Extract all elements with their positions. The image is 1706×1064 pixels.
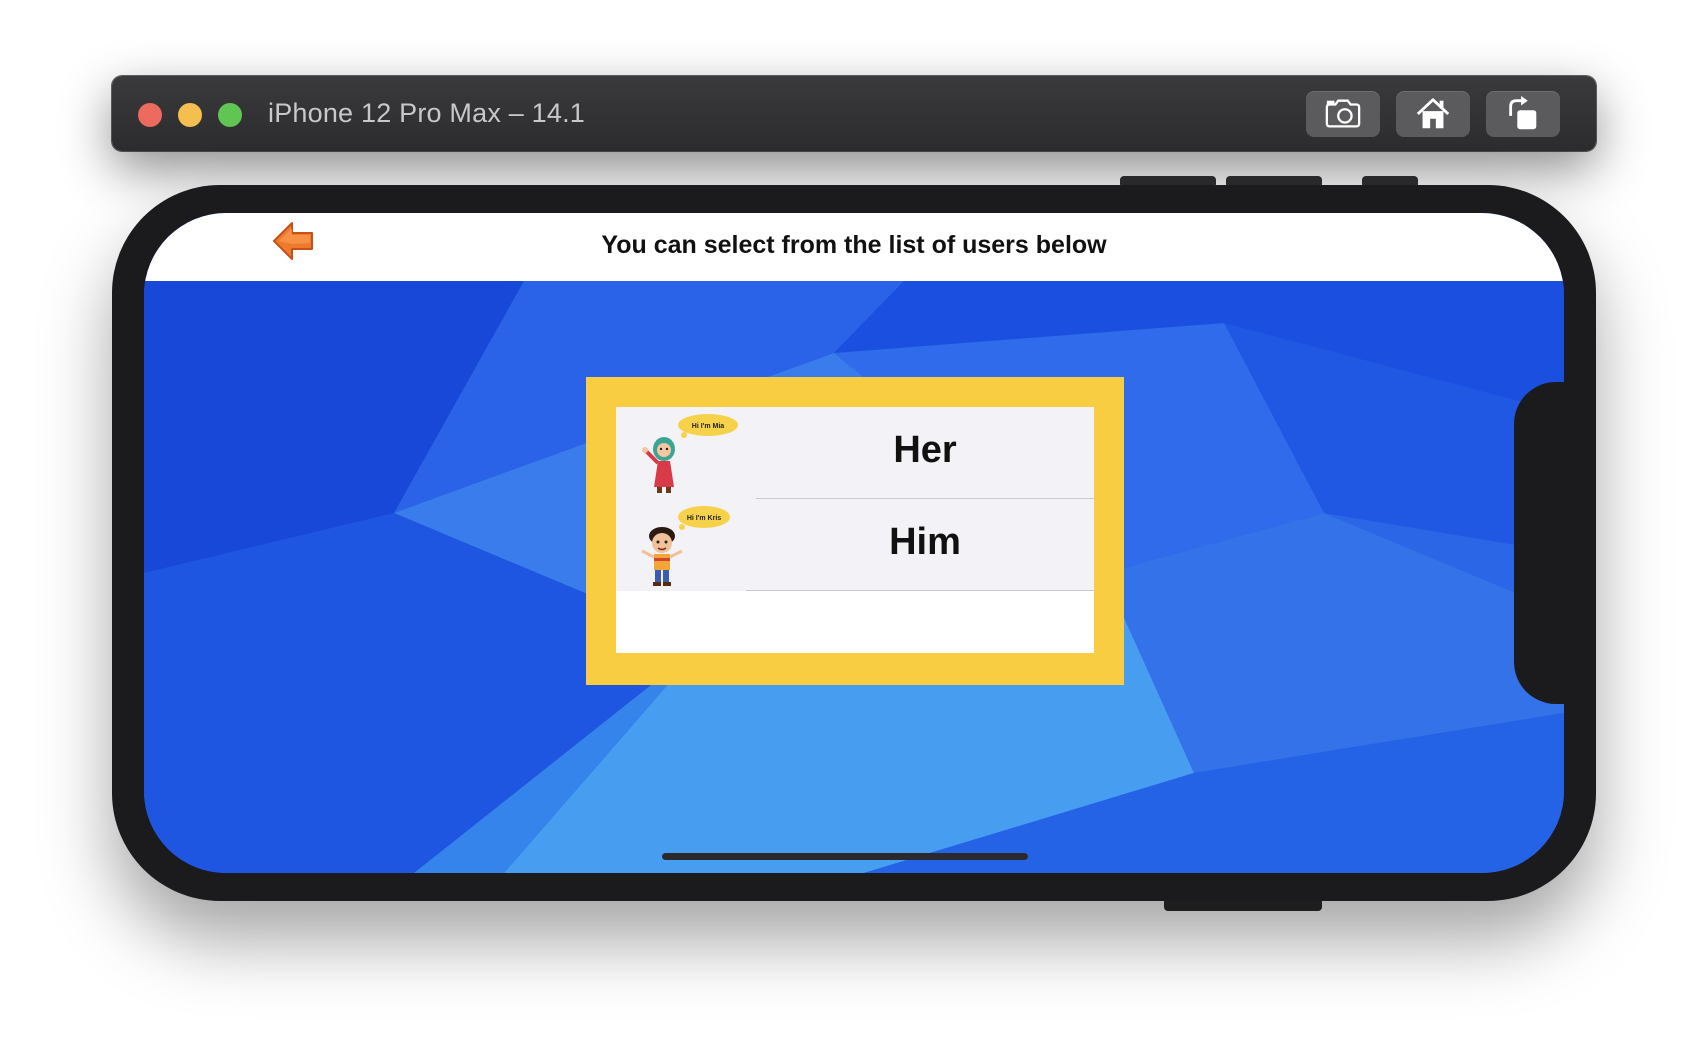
page-title: You can select from the list of users be… xyxy=(601,231,1107,259)
minimize-window-button[interactable] xyxy=(178,103,202,127)
device-screen: You can select from the list of users be… xyxy=(144,213,1564,873)
user-list-panel: Hi I'm Mia Her Hi I'm Kris Him xyxy=(586,377,1124,685)
camera-icon xyxy=(1325,99,1361,128)
user-row-her[interactable]: Hi I'm Mia Her xyxy=(616,407,1094,499)
girl-speech-bubble-text: Hi I'm Mia xyxy=(692,423,724,430)
simulator-title-bar: iPhone 12 Pro Max – 14.1 xyxy=(112,76,1596,151)
zoom-window-button[interactable] xyxy=(218,103,242,127)
user-row-him[interactable]: Hi I'm Kris Him xyxy=(616,499,1094,591)
rotate-icon xyxy=(1509,95,1537,130)
user-list: Hi I'm Mia Her Hi I'm Kris Him xyxy=(616,407,1094,653)
window-title: iPhone 12 Pro Max – 14.1 xyxy=(268,98,586,128)
boy-avatar-icon: Hi I'm Kris xyxy=(641,506,730,586)
rotate-button[interactable] xyxy=(1486,91,1560,137)
home-indicator[interactable] xyxy=(662,853,1028,860)
user-label-him: Him xyxy=(889,521,961,563)
device-notch xyxy=(1514,382,1569,704)
girl-avatar-icon: Hi I'm Mia xyxy=(642,414,738,493)
user-label-her: Her xyxy=(893,429,957,471)
close-window-button[interactable] xyxy=(138,103,162,127)
navigation-bar: You can select from the list of users be… xyxy=(144,213,1564,281)
home-icon xyxy=(1416,98,1450,129)
home-button[interactable] xyxy=(1396,91,1470,137)
iphone-device-frame: You can select from the list of users be… xyxy=(112,185,1596,901)
boy-speech-bubble-text: Hi I'm Kris xyxy=(687,515,721,522)
screenshot-button[interactable] xyxy=(1306,91,1380,137)
row-separator xyxy=(746,590,1094,591)
